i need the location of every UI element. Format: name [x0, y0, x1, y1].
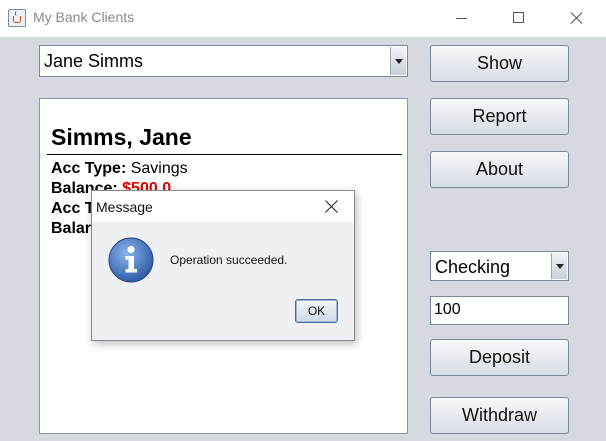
- info-label: Balar: [51, 220, 92, 237]
- dialog-close-icon[interactable]: [320, 195, 344, 219]
- info-icon: [108, 237, 154, 283]
- about-button[interactable]: About: [430, 151, 569, 188]
- java-coffee-cup-icon: [8, 9, 26, 27]
- maximize-button[interactable]: [498, 4, 538, 32]
- title-bar: My Bank Clients: [0, 0, 606, 37]
- ok-button[interactable]: OK: [295, 299, 338, 323]
- report-button[interactable]: Report: [430, 98, 569, 135]
- chevron-down-icon[interactable]: [390, 47, 406, 75]
- amount-input[interactable]: 100: [430, 296, 569, 325]
- dialog-title: Message: [96, 199, 153, 215]
- client-select-value: Jane Simms: [44, 51, 144, 71]
- info-label: Acc Type:: [51, 160, 127, 177]
- dialog-message: Operation succeeded.: [170, 253, 288, 267]
- info-line: Acc T: [51, 200, 95, 218]
- client-select[interactable]: Jane Simms: [39, 45, 408, 77]
- window-title: My Bank Clients: [33, 9, 135, 25]
- show-button[interactable]: Show: [430, 45, 569, 82]
- withdraw-button[interactable]: Withdraw: [430, 397, 569, 434]
- minimize-button[interactable]: [442, 4, 482, 32]
- heading-divider: [47, 154, 402, 155]
- info-label: Acc T: [51, 200, 95, 217]
- close-window-button[interactable]: [557, 4, 597, 32]
- message-dialog: Message Operation succeeded. OK: [91, 190, 355, 341]
- account-type-value: Checking: [435, 257, 511, 277]
- chevron-down-icon[interactable]: [551, 253, 567, 279]
- deposit-button[interactable]: Deposit: [430, 339, 569, 376]
- account-type-select[interactable]: Checking: [430, 251, 569, 281]
- client-name-heading: Simms, Jane: [51, 124, 192, 150]
- info-value: Savings: [130, 160, 188, 177]
- dialog-title-bar: Message: [92, 191, 354, 222]
- info-line: Balar: [51, 220, 91, 238]
- info-line: Acc Type: Savings: [51, 160, 188, 178]
